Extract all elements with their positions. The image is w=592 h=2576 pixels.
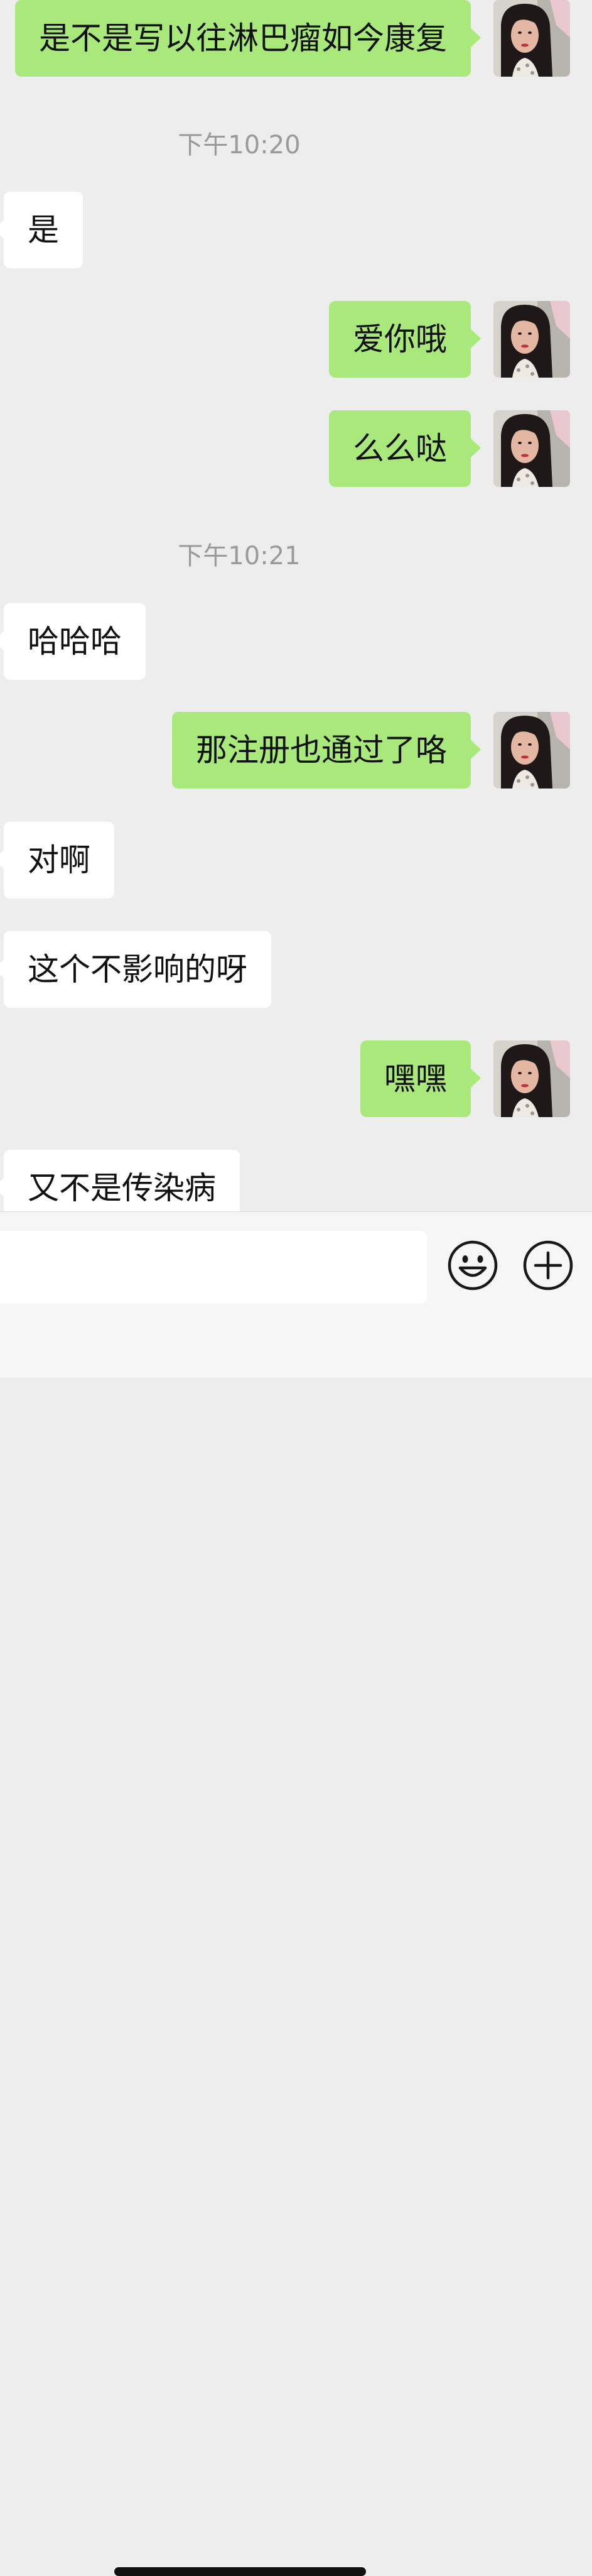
avatar-image [493,1040,570,1117]
avatar-image [493,301,570,378]
avatar[interactable] [493,301,570,378]
avatar[interactable] [493,0,570,77]
avatar[interactable] [493,712,570,789]
avatar-image [493,0,570,77]
message-bubble-outgoing[interactable]: 么么哒 [329,410,481,487]
avatar-image [493,410,570,487]
message-bubble-outgoing[interactable]: 爱你哦 [329,301,481,378]
message-bubble-outgoing[interactable]: 是不是写以往淋巴瘤如今康复 [15,0,481,77]
message-input[interactable] [0,1231,427,1304]
message-bubble-incoming[interactable]: 又不是传染病 [0,1150,240,1211]
chat-area[interactable]: 是不是写以往淋巴瘤如今康复 下午10:20 是 爱你哦 么么哒 下午10:21 … [0,0,592,1211]
emoji-button[interactable] [447,1240,498,1291]
input-bar [0,1211,592,2576]
home-indicator [114,2567,366,2576]
message-bubble-outgoing[interactable]: 嘿嘿 [360,1040,481,1117]
avatar[interactable] [493,1040,570,1117]
avatar-image [493,712,570,789]
message-bubble-outgoing[interactable]: 那注册也通过了咯 [172,712,481,789]
more-button[interactable] [522,1240,574,1291]
timestamp: 下午10:21 [178,542,301,570]
plus-circle-icon [523,1240,573,1291]
message-bubble-incoming[interactable]: 哈哈哈 [0,603,146,680]
emoji-smiley-icon [448,1240,498,1291]
message-bubble-incoming[interactable]: 对啊 [0,822,114,898]
avatar[interactable] [493,410,570,487]
timestamp: 下午10:20 [178,131,301,160]
message-bubble-incoming[interactable]: 是 [0,192,83,268]
message-bubble-incoming[interactable]: 这个不影响的呀 [0,931,271,1008]
